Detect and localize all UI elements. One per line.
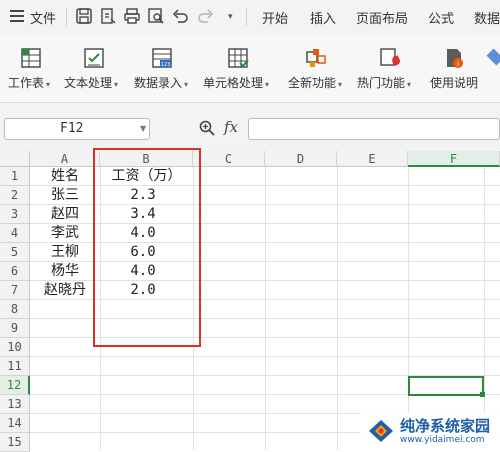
ribbon-hot-feature[interactable]: 热门功能 ▾	[357, 74, 411, 91]
tab-data[interactable]: 数据	[474, 8, 500, 27]
hot-feature-icon[interactable]	[378, 46, 402, 70]
file-menu[interactable]: 文件	[30, 8, 56, 27]
row-header-8[interactable]: 8	[0, 300, 30, 319]
chevron-down-icon[interactable]: ▼	[140, 124, 146, 133]
save-icon[interactable]	[74, 6, 94, 26]
grid-line	[408, 167, 409, 450]
chevron-down-icon: ▾	[407, 80, 412, 89]
cell-process-icon[interactable]	[226, 46, 250, 70]
cell-a3[interactable]: 赵四	[30, 205, 100, 224]
tab-insert[interactable]: 插入	[310, 8, 336, 27]
tab-home[interactable]: 开始	[262, 8, 288, 27]
chevron-down-icon: ▾	[184, 80, 189, 89]
column-header-d[interactable]: D	[265, 151, 337, 167]
find-icon[interactable]	[146, 6, 166, 26]
ribbon-worksheet[interactable]: 工作表 ▾	[8, 74, 50, 91]
grid-line	[337, 167, 338, 450]
chevron-down-icon: ▾	[338, 80, 343, 89]
column-header-a[interactable]: A	[30, 151, 100, 167]
name-box-value: F12	[60, 121, 84, 136]
cell-a1[interactable]: 姓名	[30, 167, 100, 186]
text-process-icon[interactable]	[82, 46, 106, 70]
column-header-c[interactable]: C	[193, 151, 265, 167]
print-icon[interactable]	[122, 6, 142, 26]
worksheet-icon[interactable]	[19, 46, 43, 70]
cell-a6[interactable]: 杨华	[30, 262, 100, 281]
ribbon-data-entry-label: 数据录入	[134, 76, 183, 90]
watermark-url: www.yidaimei.com	[400, 435, 485, 445]
select-all-corner[interactable]	[0, 151, 30, 167]
row-header-10[interactable]: 10	[0, 338, 30, 357]
redo-icon[interactable]	[196, 6, 216, 26]
fill-handle[interactable]	[480, 392, 485, 397]
row-header-5[interactable]: 5	[0, 243, 30, 262]
zoom-icon[interactable]	[198, 119, 216, 137]
ribbon	[0, 34, 500, 103]
undo-icon[interactable]	[170, 6, 190, 26]
ribbon-data-entry[interactable]: 数据录入 ▾	[134, 74, 188, 91]
cell-a4[interactable]: 李武	[30, 224, 100, 243]
row-header-6[interactable]: 6	[0, 262, 30, 281]
grid-line	[30, 356, 500, 357]
row-header-12[interactable]: 12	[0, 376, 30, 395]
ribbon-help-doc-label: 使用说明	[430, 76, 479, 90]
row-header-15[interactable]: 15	[0, 433, 30, 452]
ribbon-hot-feature-label: 热门功能	[357, 76, 406, 90]
ribbon-help-doc[interactable]: 使用说明	[430, 74, 478, 91]
ribbon-text-process[interactable]: 文本处理 ▾	[64, 74, 118, 91]
new-feature-icon[interactable]	[304, 46, 328, 70]
formula-input[interactable]	[248, 118, 500, 140]
print-preview-icon[interactable]	[98, 6, 118, 26]
ribbon-cell-process-label: 单元格处理	[203, 76, 264, 90]
cell-a2[interactable]: 张三	[30, 186, 100, 205]
tab-formulas[interactable]: 公式	[428, 8, 454, 27]
chevron-down-icon: ▾	[46, 80, 51, 89]
svg-text:i: i	[457, 60, 459, 68]
column-header-f[interactable]: F	[408, 151, 500, 167]
row-header-2[interactable]: 2	[0, 186, 30, 205]
chevron-down-icon: ▾	[265, 80, 270, 89]
hamburger-menu-icon[interactable]	[10, 10, 24, 22]
row-header-14[interactable]: 14	[0, 414, 30, 433]
selected-cell-f12[interactable]	[408, 376, 484, 396]
watermark-logo-icon	[368, 419, 394, 443]
svg-text:123: 123	[161, 62, 171, 68]
column-header-e[interactable]: E	[337, 151, 408, 167]
highlight-box	[93, 148, 201, 347]
row-header-9[interactable]: 9	[0, 319, 30, 338]
ribbon-new-feature[interactable]: 全新功能 ▾	[288, 74, 342, 91]
fx-label[interactable]: fx	[224, 118, 238, 136]
quick-access-dropdown-icon[interactable]: ▾	[228, 12, 233, 22]
ribbon-worksheet-label: 工作表	[8, 76, 45, 90]
data-entry-icon[interactable]: 123	[150, 46, 174, 70]
help-doc-icon[interactable]: i	[442, 46, 466, 70]
ribbon-new-feature-label: 全新功能	[288, 76, 337, 90]
tab-page-layout[interactable]: 页面布局	[356, 8, 408, 27]
grid-line	[484, 167, 485, 450]
row-header-1[interactable]: 1	[0, 167, 30, 186]
row-header-13[interactable]: 13	[0, 395, 30, 414]
grid-line	[265, 167, 266, 450]
row-header-3[interactable]: 3	[0, 205, 30, 224]
cell-a7[interactable]: 赵晓丹	[30, 281, 100, 300]
watermark-title: 纯净系统家园	[400, 417, 491, 435]
cell-a5[interactable]: 王柳	[30, 243, 100, 262]
ribbon-text-process-label: 文本处理	[64, 76, 113, 90]
watermark: 纯净系统家园 www.yidaimei.com	[360, 412, 500, 450]
chevron-down-icon: ▾	[114, 80, 119, 89]
row-header-4[interactable]: 4	[0, 224, 30, 243]
toolbar-divider	[246, 8, 247, 26]
row-header-7[interactable]: 7	[0, 281, 30, 300]
toolbar-divider	[66, 8, 67, 26]
row-header-11[interactable]: 11	[0, 357, 30, 376]
ribbon-cell-process[interactable]: 单元格处理 ▾	[203, 74, 269, 91]
